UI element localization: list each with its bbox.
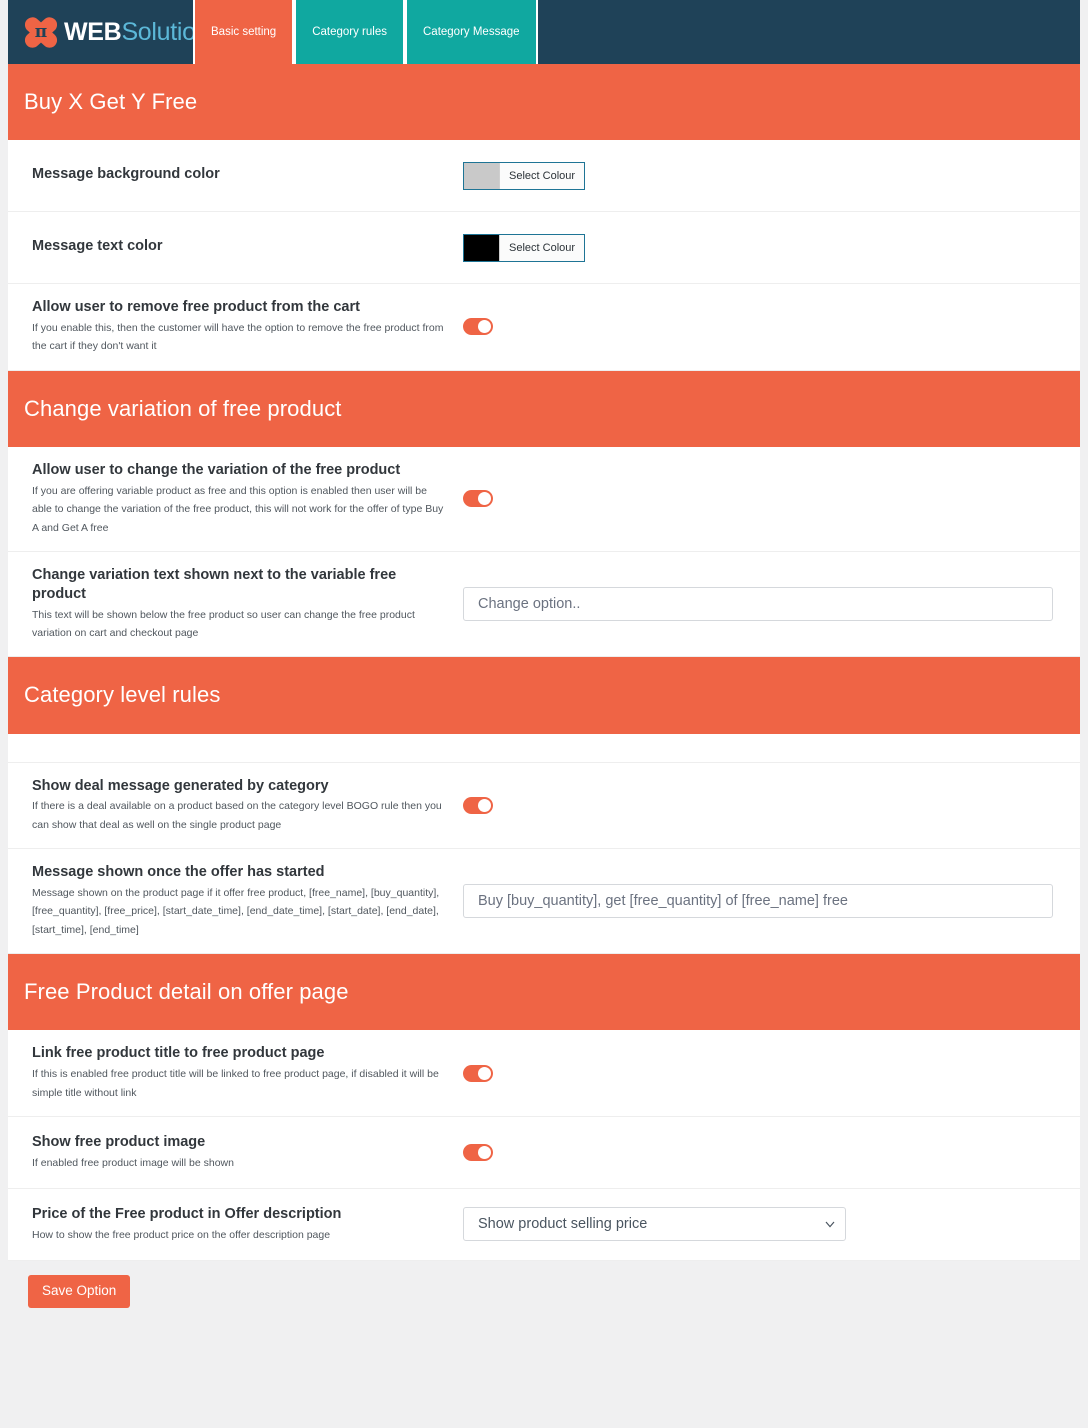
settings-row-control: [463, 1132, 1080, 1173]
setting-title: Message shown once the offer has started: [32, 864, 325, 881]
settings-row-label: Message background color: [8, 151, 463, 200]
brand-name-bold: WEB: [64, 17, 122, 46]
settings-row-label: Allow user to remove free product from t…: [8, 284, 463, 370]
section-header: Change variation of free product: [8, 370, 1080, 447]
toggle-switch[interactable]: [463, 1143, 493, 1161]
section-header: Free Product detail on offer page: [8, 954, 1080, 1031]
settings-row-label: Show free product image If enabled free p…: [8, 1119, 463, 1186]
brand-logo: π WEBSolution: [8, 0, 210, 64]
pi-symbol: π: [34, 21, 48, 42]
form-footer: Save Option: [8, 1260, 1080, 1308]
color-picker-button[interactable]: Select Colour: [463, 233, 586, 262]
setting-title: Link free product title to free product …: [32, 1045, 325, 1062]
toggle-switch[interactable]: [463, 796, 493, 814]
brand-name: WEBSolution: [64, 17, 210, 46]
settings-panel: Buy X Get Y Free Message background color…: [8, 64, 1080, 1261]
settings-row-control: [463, 306, 1080, 347]
toggle-switch[interactable]: [463, 318, 493, 336]
settings-row: Link free product title to free product …: [8, 1030, 1080, 1117]
setting-title: Message text color: [32, 238, 163, 255]
setting-title: Allow user to remove free product from t…: [32, 299, 360, 316]
toggle-switch[interactable]: [463, 1064, 493, 1082]
color-picker-button[interactable]: Select Colour: [463, 161, 586, 190]
setting-title: Price of the Free product in Offer descr…: [32, 1205, 342, 1222]
toggle-knob: [478, 320, 491, 334]
settings-row: Message shown once the offer has started…: [8, 849, 1080, 955]
color-picker-label: Select Colour: [509, 241, 576, 254]
setting-description: This text will be shown below the free p…: [32, 608, 415, 639]
setting-title: Change variation text shown next to the …: [32, 566, 397, 602]
nav-tab-category-message[interactable]: Category Message: [405, 0, 538, 64]
toggle-knob: [478, 798, 491, 812]
setting-description: If there is a deal available on a produc…: [32, 800, 442, 831]
setting-description: If this is enabled free product title wi…: [32, 1068, 439, 1099]
top-navigation-bar: π WEBSolution Basic setting Category rule…: [8, 0, 1080, 64]
settings-row-control: Show product selling price: [463, 1195, 1080, 1253]
settings-row: Change variation text shown next to the …: [8, 551, 1080, 658]
setting-description: How to show the free product price on th…: [32, 1228, 331, 1241]
settings-row-control: [463, 478, 1080, 519]
settings-row-label: Message shown once the offer has started…: [8, 849, 463, 953]
select-wrapper: Show product selling price: [463, 1207, 846, 1242]
color-picker-label: Select Colour: [509, 169, 576, 182]
x-pi-logo-icon: π: [21, 13, 61, 51]
setting-description: Message shown on the product page if it …: [32, 887, 440, 936]
setting-description: If you are offering variable product as …: [32, 484, 444, 534]
color-swatch: [464, 162, 500, 189]
setting-description: If you enable this, then the customer wi…: [32, 322, 444, 353]
settings-row: Show free product image If enabled free p…: [8, 1116, 1080, 1189]
settings-row-label: Link free product title to free product …: [8, 1030, 463, 1116]
toggle-knob: [478, 1066, 491, 1080]
settings-row-label: Price of the Free product in Offer descr…: [8, 1191, 463, 1258]
nav-tabs: Basic setting Category rules Category Mess…: [193, 0, 538, 64]
settings-row: Allow user to change the variation of th…: [8, 446, 1080, 552]
settings-row: Message background color Select Colour: [8, 140, 1080, 213]
nav-tab-category-rules[interactable]: Category rules: [294, 0, 405, 64]
settings-row-label: [8, 734, 463, 762]
settings-row-control: Select Colour: [463, 150, 1080, 202]
setting-description: If enabled free product image will be sh…: [32, 1156, 234, 1169]
setting-title: Allow user to change the variation of th…: [32, 461, 401, 478]
nav-tab-basic-setting[interactable]: Basic setting: [193, 0, 295, 64]
settings-row-control: [463, 872, 1080, 930]
settings-row-control: Select Colour: [463, 222, 1080, 274]
toggle-knob: [478, 1145, 491, 1159]
settings-row: Allow user to remove free product from t…: [8, 284, 1080, 371]
settings-row: Message text color Select Colour: [8, 212, 1080, 285]
text-input[interactable]: [463, 587, 1053, 622]
setting-title: Show deal message generated by category: [32, 777, 329, 794]
setting-title: Show free product image: [32, 1133, 206, 1150]
settings-row: Price of the Free product in Offer descr…: [8, 1188, 1080, 1261]
color-swatch: [464, 234, 500, 261]
toggle-switch[interactable]: [463, 490, 493, 508]
settings-row-label: Message text color: [8, 223, 463, 272]
free-product-price-select[interactable]: Show product selling price: [463, 1207, 846, 1242]
settings-row: Show deal message generated by category I…: [8, 762, 1080, 850]
setting-title: Message background color: [32, 166, 220, 183]
section-header: Category level rules: [8, 657, 1080, 734]
settings-row-control: [463, 575, 1080, 633]
text-input[interactable]: [463, 884, 1053, 919]
settings-row-label: Change variation text shown next to the …: [8, 552, 463, 656]
section-header: Buy X Get Y Free: [8, 64, 1080, 141]
toggle-knob: [478, 492, 491, 506]
settings-row-label: Show deal message generated by category I…: [8, 763, 463, 849]
settings-row-empty: [8, 733, 1080, 763]
settings-row-control: [463, 785, 1080, 826]
settings-row-label: Allow user to change the variation of th…: [8, 447, 463, 551]
save-option-button[interactable]: Save Option: [28, 1274, 131, 1308]
settings-row-control: [463, 736, 1080, 760]
settings-row-control: [463, 1053, 1080, 1094]
